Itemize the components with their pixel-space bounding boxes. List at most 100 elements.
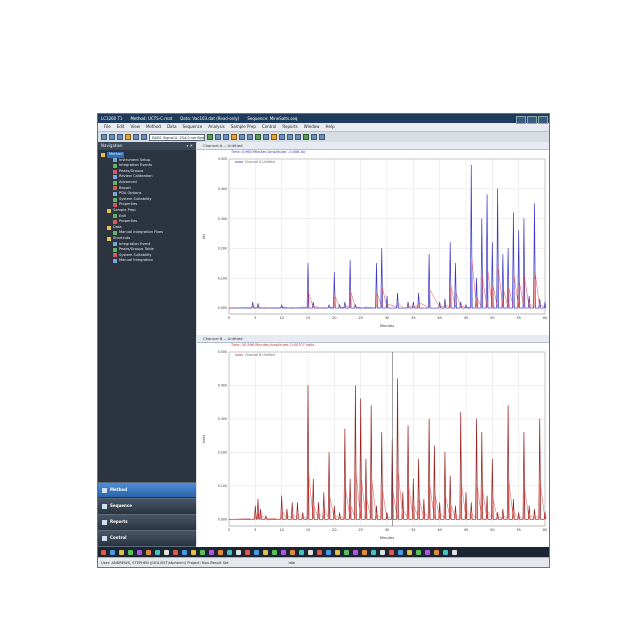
nav-button-reports[interactable]: Reports — [98, 514, 196, 529]
menu-sequence[interactable]: Sequence — [183, 123, 203, 131]
strip-tool-icon[interactable] — [344, 549, 349, 555]
strip-tool-icon[interactable] — [254, 549, 259, 555]
strip-tool-icon[interactable] — [110, 549, 115, 555]
strip-tool-icon[interactable] — [317, 549, 322, 555]
settings-icon[interactable] — [319, 134, 325, 140]
strip-tool-icon[interactable] — [101, 549, 106, 555]
report-icon[interactable] — [279, 134, 285, 140]
data-point — [370, 307, 372, 309]
strip-tool-icon[interactable] — [380, 549, 385, 555]
nav-button-method[interactable]: Method — [98, 482, 196, 497]
strip-tool-icon[interactable] — [182, 549, 187, 555]
navigation-title: Navigation — [101, 143, 123, 148]
x-tick-label: 45 — [464, 528, 468, 532]
strip-tool-icon[interactable] — [407, 549, 412, 555]
strip-tool-icon[interactable] — [308, 549, 313, 555]
strip-tool-icon[interactable] — [218, 549, 223, 555]
channel-b-chart[interactable]: 0 5 10 15 20 25 30 35 40 45 50 55 60 0.500 0.400 0.300 0… — [197, 348, 549, 544]
x-tick-label: 15 — [306, 528, 310, 532]
strip-tool-icon[interactable] — [227, 549, 232, 555]
strip-tool-icon[interactable] — [290, 549, 295, 555]
signal-select[interactable]: DAD1 Signal A, 254.0 nm Bnd=4 — [149, 133, 205, 141]
strip-tool-icon[interactable] — [191, 549, 196, 555]
strip-tool-icon[interactable] — [164, 549, 169, 555]
menu-edit[interactable]: Edit — [117, 123, 125, 131]
annotate-icon[interactable] — [295, 134, 301, 140]
pin-icon[interactable]: ▾ ✕ — [186, 142, 196, 150]
strip-tool-icon[interactable] — [281, 549, 286, 555]
strip-tool-icon[interactable] — [236, 549, 241, 555]
undo-icon[interactable] — [133, 134, 139, 140]
calibrate-icon[interactable] — [271, 134, 277, 140]
baseline-icon[interactable] — [255, 134, 261, 140]
run-icon[interactable] — [207, 134, 213, 140]
strip-tool-icon[interactable] — [326, 549, 331, 555]
strip-tool-icon[interactable] — [155, 549, 160, 555]
menu-method[interactable]: Method — [146, 123, 161, 131]
redo-icon[interactable] — [141, 134, 147, 140]
grid-icon[interactable] — [287, 134, 293, 140]
strip-tool-icon[interactable] — [389, 549, 394, 555]
menu-data[interactable]: Data — [167, 123, 177, 131]
menu-sample-prep[interactable]: Sample Prep — [231, 123, 256, 131]
data-point — [328, 452, 330, 453]
strip-tool-icon[interactable] — [173, 549, 178, 555]
zoom-out-icon[interactable] — [223, 134, 229, 140]
channel-a-chart[interactable]: 0 5 10 15 20 25 30 35 40 45 50 55 60 0.500 0.400 0.300 0… — [197, 155, 549, 332]
menu-reports[interactable]: Reports — [282, 123, 297, 131]
item-icon — [113, 253, 117, 258]
cursor-icon[interactable] — [239, 134, 245, 140]
strip-tool-icon[interactable] — [128, 549, 133, 555]
data-point — [507, 248, 509, 249]
open-icon[interactable] — [109, 134, 115, 140]
strip-tool-icon[interactable] — [443, 549, 448, 555]
tree-item[interactable]: Manual Integration — [98, 258, 196, 264]
strip-tool-icon[interactable] — [452, 549, 457, 555]
menu-file[interactable]: File — [104, 123, 111, 131]
menu-control[interactable]: Control — [262, 123, 276, 131]
data-point — [518, 512, 520, 513]
close-button[interactable] — [538, 115, 548, 124]
refresh-icon[interactable] — [311, 134, 317, 140]
nav-button-sequence[interactable]: Sequence — [98, 498, 196, 513]
menu-view[interactable]: View — [130, 123, 140, 131]
minimize-button[interactable] — [516, 115, 526, 124]
strip-tool-icon[interactable] — [272, 549, 277, 555]
menu-window[interactable]: Window — [304, 123, 320, 131]
nav-button-control[interactable]: Control — [98, 530, 196, 545]
save-icon[interactable] — [117, 134, 123, 140]
data-point — [534, 508, 535, 510]
item-icon — [113, 259, 117, 264]
menu-help[interactable]: Help — [326, 123, 335, 131]
strip-tool-icon[interactable] — [353, 549, 358, 555]
print-icon[interactable] — [125, 134, 131, 140]
strip-tool-icon[interactable] — [245, 549, 250, 555]
item-icon — [113, 191, 117, 196]
strip-tool-icon[interactable] — [398, 549, 403, 555]
strip-tool-icon[interactable] — [119, 549, 124, 555]
item-icon — [113, 203, 117, 208]
export-icon[interactable] — [303, 134, 309, 140]
strip-tool-icon[interactable] — [299, 549, 304, 555]
overlay-icon[interactable] — [247, 134, 253, 140]
menu-analysis[interactable]: Analysis — [208, 123, 224, 131]
strip-tool-icon[interactable] — [362, 549, 367, 555]
data-point — [491, 242, 493, 243]
peak-icon[interactable] — [263, 134, 269, 140]
data-point — [291, 307, 293, 309]
strip-tool-icon[interactable] — [146, 549, 151, 555]
integrate-icon[interactable] — [231, 134, 237, 140]
strip-tool-icon[interactable] — [137, 549, 142, 555]
strip-tool-icon[interactable] — [416, 549, 421, 555]
new-icon[interactable] — [101, 134, 107, 140]
maximize-button[interactable] — [527, 115, 537, 124]
strip-tool-icon[interactable] — [425, 549, 430, 555]
strip-tool-icon[interactable] — [434, 549, 439, 555]
strip-tool-icon[interactable] — [371, 549, 376, 555]
strip-tool-icon[interactable] — [335, 549, 340, 555]
zoom-in-icon[interactable] — [215, 134, 221, 140]
strip-tool-icon[interactable] — [209, 549, 214, 555]
strip-tool-icon[interactable] — [263, 549, 268, 555]
data-point — [497, 512, 498, 513]
strip-tool-icon[interactable] — [200, 549, 205, 555]
